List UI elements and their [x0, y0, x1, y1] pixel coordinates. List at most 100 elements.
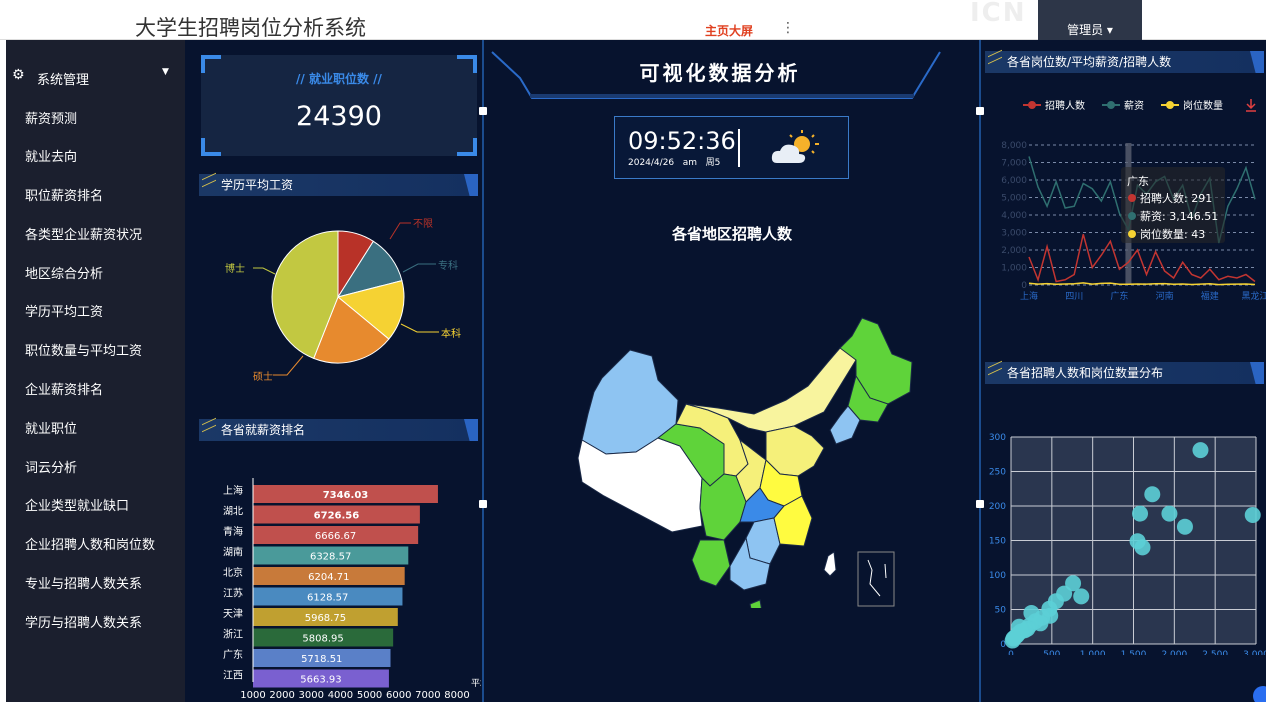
panel-title-province-rank: 各省就薪资排名 [199, 417, 478, 441]
scatter-point[interactable] [1132, 505, 1149, 522]
title-stripe-icon [202, 172, 216, 188]
more-icon[interactable]: ⋮ [781, 20, 795, 36]
caret-down-icon: ▼ [162, 67, 169, 77]
tooltip-row: 招聘人数: 291 [1140, 191, 1212, 205]
sidebar-item[interactable]: 企业薪资排名 [25, 379, 103, 398]
scatter-point[interactable] [1073, 588, 1090, 605]
pie-label: 博士 [225, 262, 245, 275]
bar-x-label: 平均 [471, 677, 481, 689]
help-button[interactable] [1253, 686, 1266, 702]
scatter-x-tick: 1,500 [1121, 650, 1147, 655]
bar-category-label: 天津 [223, 608, 243, 620]
bar-value-label: 6128.57 [307, 593, 348, 604]
bar-category-label: 湖北 [223, 506, 243, 518]
pie-label-line [400, 323, 439, 333]
panel-title-text: 各省招聘人数和岗位数量分布 [1007, 366, 1164, 380]
map-region-hunan[interactable] [745, 517, 781, 565]
south-sea-inset [857, 551, 895, 607]
legend-marker[interactable] [1028, 101, 1036, 109]
map-region-hainan[interactable] [749, 599, 762, 608]
sidebar-item[interactable]: 企业类型就业缺口 [25, 495, 129, 514]
bar-category-label: 广东 [223, 648, 243, 661]
bar-x-tick: 6000 [386, 690, 411, 700]
pie-label-line [402, 263, 436, 273]
bar-value-label: 6204.71 [308, 572, 349, 583]
title-stripe-icon [988, 49, 1002, 65]
tooltip-row: 岗位数量: 43 [1140, 227, 1205, 241]
line-y-tick: 2,000 [1001, 246, 1027, 256]
scatter-y-tick: 200 [989, 502, 1006, 512]
legend-marker[interactable] [1107, 101, 1115, 109]
line-y-tick: 0 [1021, 281, 1027, 291]
scatter-point[interactable] [1192, 442, 1209, 459]
bar-value-label: 6666.67 [315, 531, 356, 542]
weather-cloud-sun-icon [771, 130, 819, 163]
line-y-tick: 1,000 [1001, 264, 1027, 274]
scatter-point[interactable] [1023, 604, 1040, 621]
bar-x-tick: 1000 [240, 690, 265, 700]
sidebar-item[interactable]: 各类型企业薪资状况 [25, 224, 142, 243]
panel-title-province-lines: 各省岗位数/平均薪资/招聘人数 [985, 49, 1264, 73]
bar-x-tick: 5000 [357, 690, 382, 700]
scatter-y-tick: 250 [989, 468, 1006, 478]
province-line-chart: 招聘人数 薪资 岗位数量 0 1,000 2,000 3,000 4,000 5,000 6,00… [1001, 99, 1266, 302]
resize-handle[interactable] [479, 107, 487, 115]
sidebar-item[interactable]: 企业招聘人数和岗位数 [25, 534, 155, 553]
sidebar-item[interactable]: 学历与招聘人数关系 [25, 612, 142, 631]
scatter-y-tick: 100 [989, 571, 1006, 581]
map-region-taiwan[interactable] [823, 551, 837, 577]
scatter-y-tick: 150 [989, 537, 1006, 547]
sidebar-section-system[interactable]: ⚙ 系统管理 ▼ [6, 67, 169, 88]
sidebar-item[interactable]: 薪资预测 [25, 108, 77, 127]
scatter-point[interactable] [1004, 632, 1021, 649]
pie-label-line [389, 222, 411, 240]
sidebar-item[interactable]: 专业与招聘人数关系 [25, 573, 142, 592]
line-y-tick: 6,000 [1001, 176, 1027, 186]
line-y-tick: 3,000 [1001, 229, 1027, 239]
scatter-x-tick: 2,500 [1202, 650, 1228, 655]
bar-value-label: 5663.93 [300, 675, 341, 686]
sidebar-item[interactable]: 词云分析 [25, 457, 77, 476]
map-region-tibet[interactable] [577, 437, 703, 533]
panel-title-text: 各省岗位数/平均薪资/招聘人数 [1007, 55, 1172, 69]
admin-menu-button[interactable]: 管理员 ▾ [1038, 0, 1142, 40]
sidebar-item[interactable]: 职位薪资排名 [25, 185, 103, 204]
sidebar-item[interactable]: 地区综合分析 [25, 263, 103, 282]
bar-category-label: 青海 [223, 525, 243, 538]
sidebar-item[interactable]: 学历平均工资 [25, 301, 103, 320]
sidebar-item[interactable]: 职位数量与平均工资 [25, 340, 142, 359]
scatter-point[interactable] [1011, 618, 1028, 635]
legend-marker[interactable] [1166, 101, 1174, 109]
download-icon[interactable] [1246, 99, 1256, 112]
clock-date: 2024/4/26 am 周5 [628, 158, 721, 168]
map-region-yunnan[interactable] [691, 539, 731, 587]
legend-label: 薪资 [1124, 100, 1144, 112]
scatter-point[interactable] [1176, 518, 1193, 535]
resize-handle[interactable] [976, 107, 984, 115]
line-series[interactable] [1028, 282, 1256, 286]
scatter-point[interactable] [1144, 486, 1161, 503]
pie-label: 专科 [438, 259, 458, 272]
scatter-point[interactable] [1134, 539, 1151, 556]
bar-category-label: 上海 [223, 484, 243, 497]
province-salary-bar-chart: 上海 7346.03 湖北 6726.56 青海 6666.67 湖南 6328.57 北京 62… [223, 478, 481, 700]
line-x-tick: 河南 [1156, 290, 1174, 302]
panel-title-text: 学历平均工资 [221, 178, 294, 192]
bar-value-label: 7346.03 [323, 490, 369, 501]
scatter-point[interactable] [1161, 505, 1178, 522]
sidebar-item[interactable]: 就业去向 [25, 146, 77, 165]
scatter-point[interactable] [1244, 506, 1261, 523]
job-count-label: // 就业职位数 // [296, 72, 382, 86]
bar-category-label: 北京 [223, 566, 243, 579]
resize-handle[interactable] [976, 500, 984, 508]
pie-label: 本科 [441, 327, 461, 340]
map-region-sichuan[interactable] [699, 473, 747, 541]
sidebar-item[interactable]: 就业职位 [25, 418, 77, 437]
province-scatter-chart: 0501001502002503000 500 1,000 1,500 2,000 2,5… [989, 433, 1266, 655]
pie-label: 不限 [413, 218, 433, 230]
title-stripe-icon [202, 417, 216, 433]
home-dashboard-link[interactable]: 主页大屏 [705, 22, 753, 39]
panel-title-text: 各省就薪资排名 [221, 423, 306, 437]
bar-x-tick: 8000 [444, 690, 469, 700]
dashboard: // 就业职位数 // 24390 学历平均工资 不限 专科 本科 硕士 博士 各省就薪… [185, 40, 1266, 702]
